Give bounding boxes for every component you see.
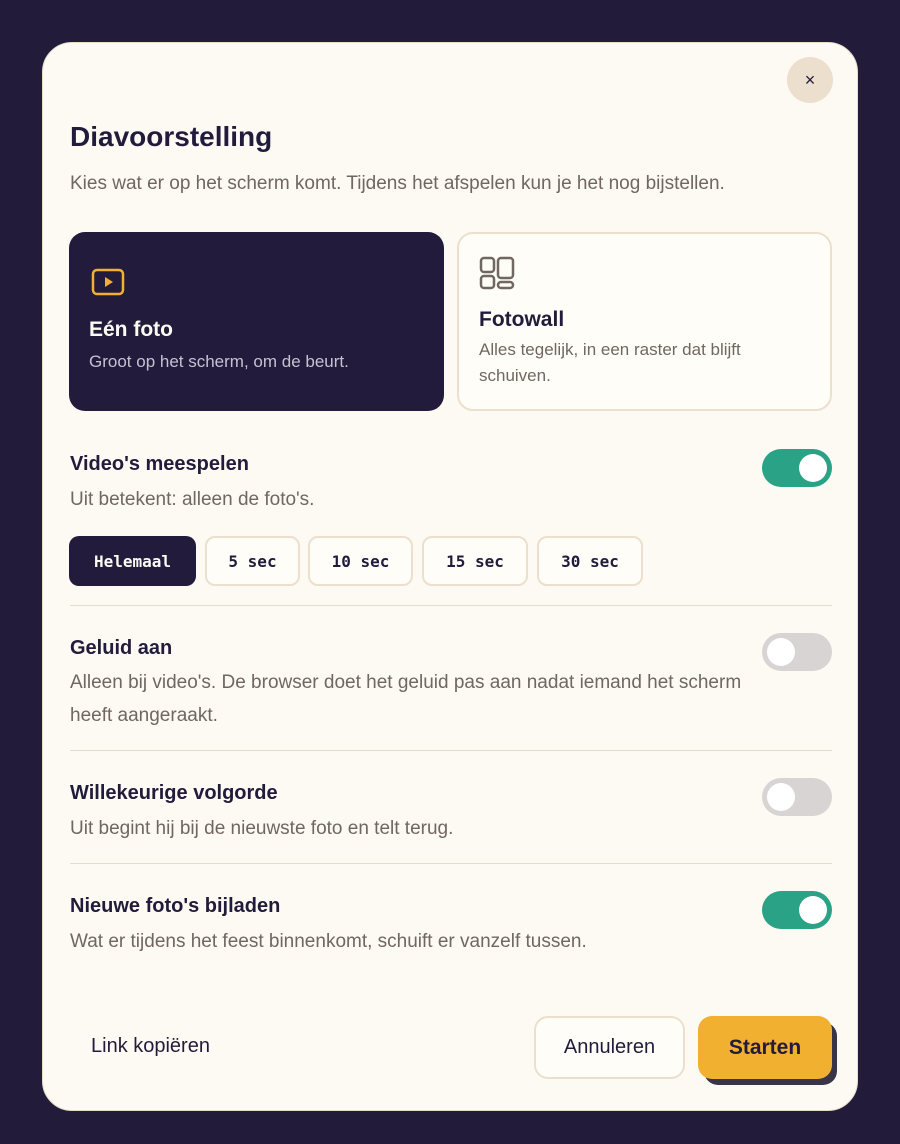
- duration-chip-10[interactable]: 10 sec: [308, 536, 413, 586]
- setting-shuffle-title: Willekeurige volgorde: [70, 782, 278, 804]
- setting-reload-title: Nieuwe foto's bijladen: [70, 895, 281, 917]
- toggle-shuffle[interactable]: [762, 778, 832, 816]
- copy-link-button[interactable]: Link kopiëren: [91, 1035, 210, 1058]
- mode-card-photowall[interactable]: Fotowall Alles tegelijk, in een raster d…: [457, 232, 832, 411]
- cancel-button[interactable]: Annuleren: [534, 1016, 685, 1079]
- mode-card-single-photo[interactable]: Eén foto Groot op het scherm, om de beur…: [69, 232, 444, 411]
- duration-chip-full[interactable]: Helemaal: [69, 536, 196, 586]
- setting-sound-title: Geluid aan: [70, 637, 173, 659]
- setting-videos-description: Uit betekent: alleen de foto's.: [70, 489, 315, 510]
- divider: [70, 863, 832, 864]
- mode-card-title: Fotowall: [479, 308, 565, 331]
- toggle-reload[interactable]: [762, 891, 832, 929]
- duration-chip-5[interactable]: 5 sec: [205, 536, 300, 586]
- dialog-title: Diavoorstelling: [70, 121, 273, 152]
- divider: [70, 750, 832, 751]
- toggle-sound[interactable]: [762, 633, 832, 671]
- grid-icon: [479, 256, 515, 295]
- setting-reload-description: Wat er tijdens het feest binnenkomt, sch…: [70, 931, 587, 952]
- toggle-videos[interactable]: [762, 449, 832, 487]
- toggle-knob: [799, 454, 827, 482]
- toggle-knob: [767, 783, 795, 811]
- slideshow-dialog: × Diavoorstelling Kies wat er op het sch…: [42, 42, 858, 1111]
- setting-sound-description: Alleen bij video's. De browser doet het …: [70, 672, 742, 726]
- duration-chip-15[interactable]: 15 sec: [422, 536, 528, 586]
- mode-card-description: Alles tegelijk, in een raster dat blijft…: [479, 340, 741, 385]
- mode-card-description: Groot op het scherm, om de beurt.: [89, 352, 349, 371]
- setting-shuffle-description: Uit begint hij bij de nieuwste foto en t…: [70, 818, 454, 839]
- toggle-knob: [767, 638, 795, 666]
- divider: [70, 605, 832, 606]
- close-icon: ×: [804, 69, 816, 90]
- setting-videos-title: Video's meespelen: [70, 453, 249, 475]
- close-button[interactable]: ×: [787, 57, 833, 103]
- mode-card-title: Eén foto: [89, 318, 173, 341]
- dialog-subtitle: Kies wat er op het scherm komt. Tijdens …: [70, 173, 725, 194]
- start-button[interactable]: Starten: [698, 1016, 832, 1079]
- toggle-knob: [799, 896, 827, 924]
- play-icon: [91, 268, 125, 301]
- duration-chip-30[interactable]: 30 sec: [537, 536, 643, 586]
